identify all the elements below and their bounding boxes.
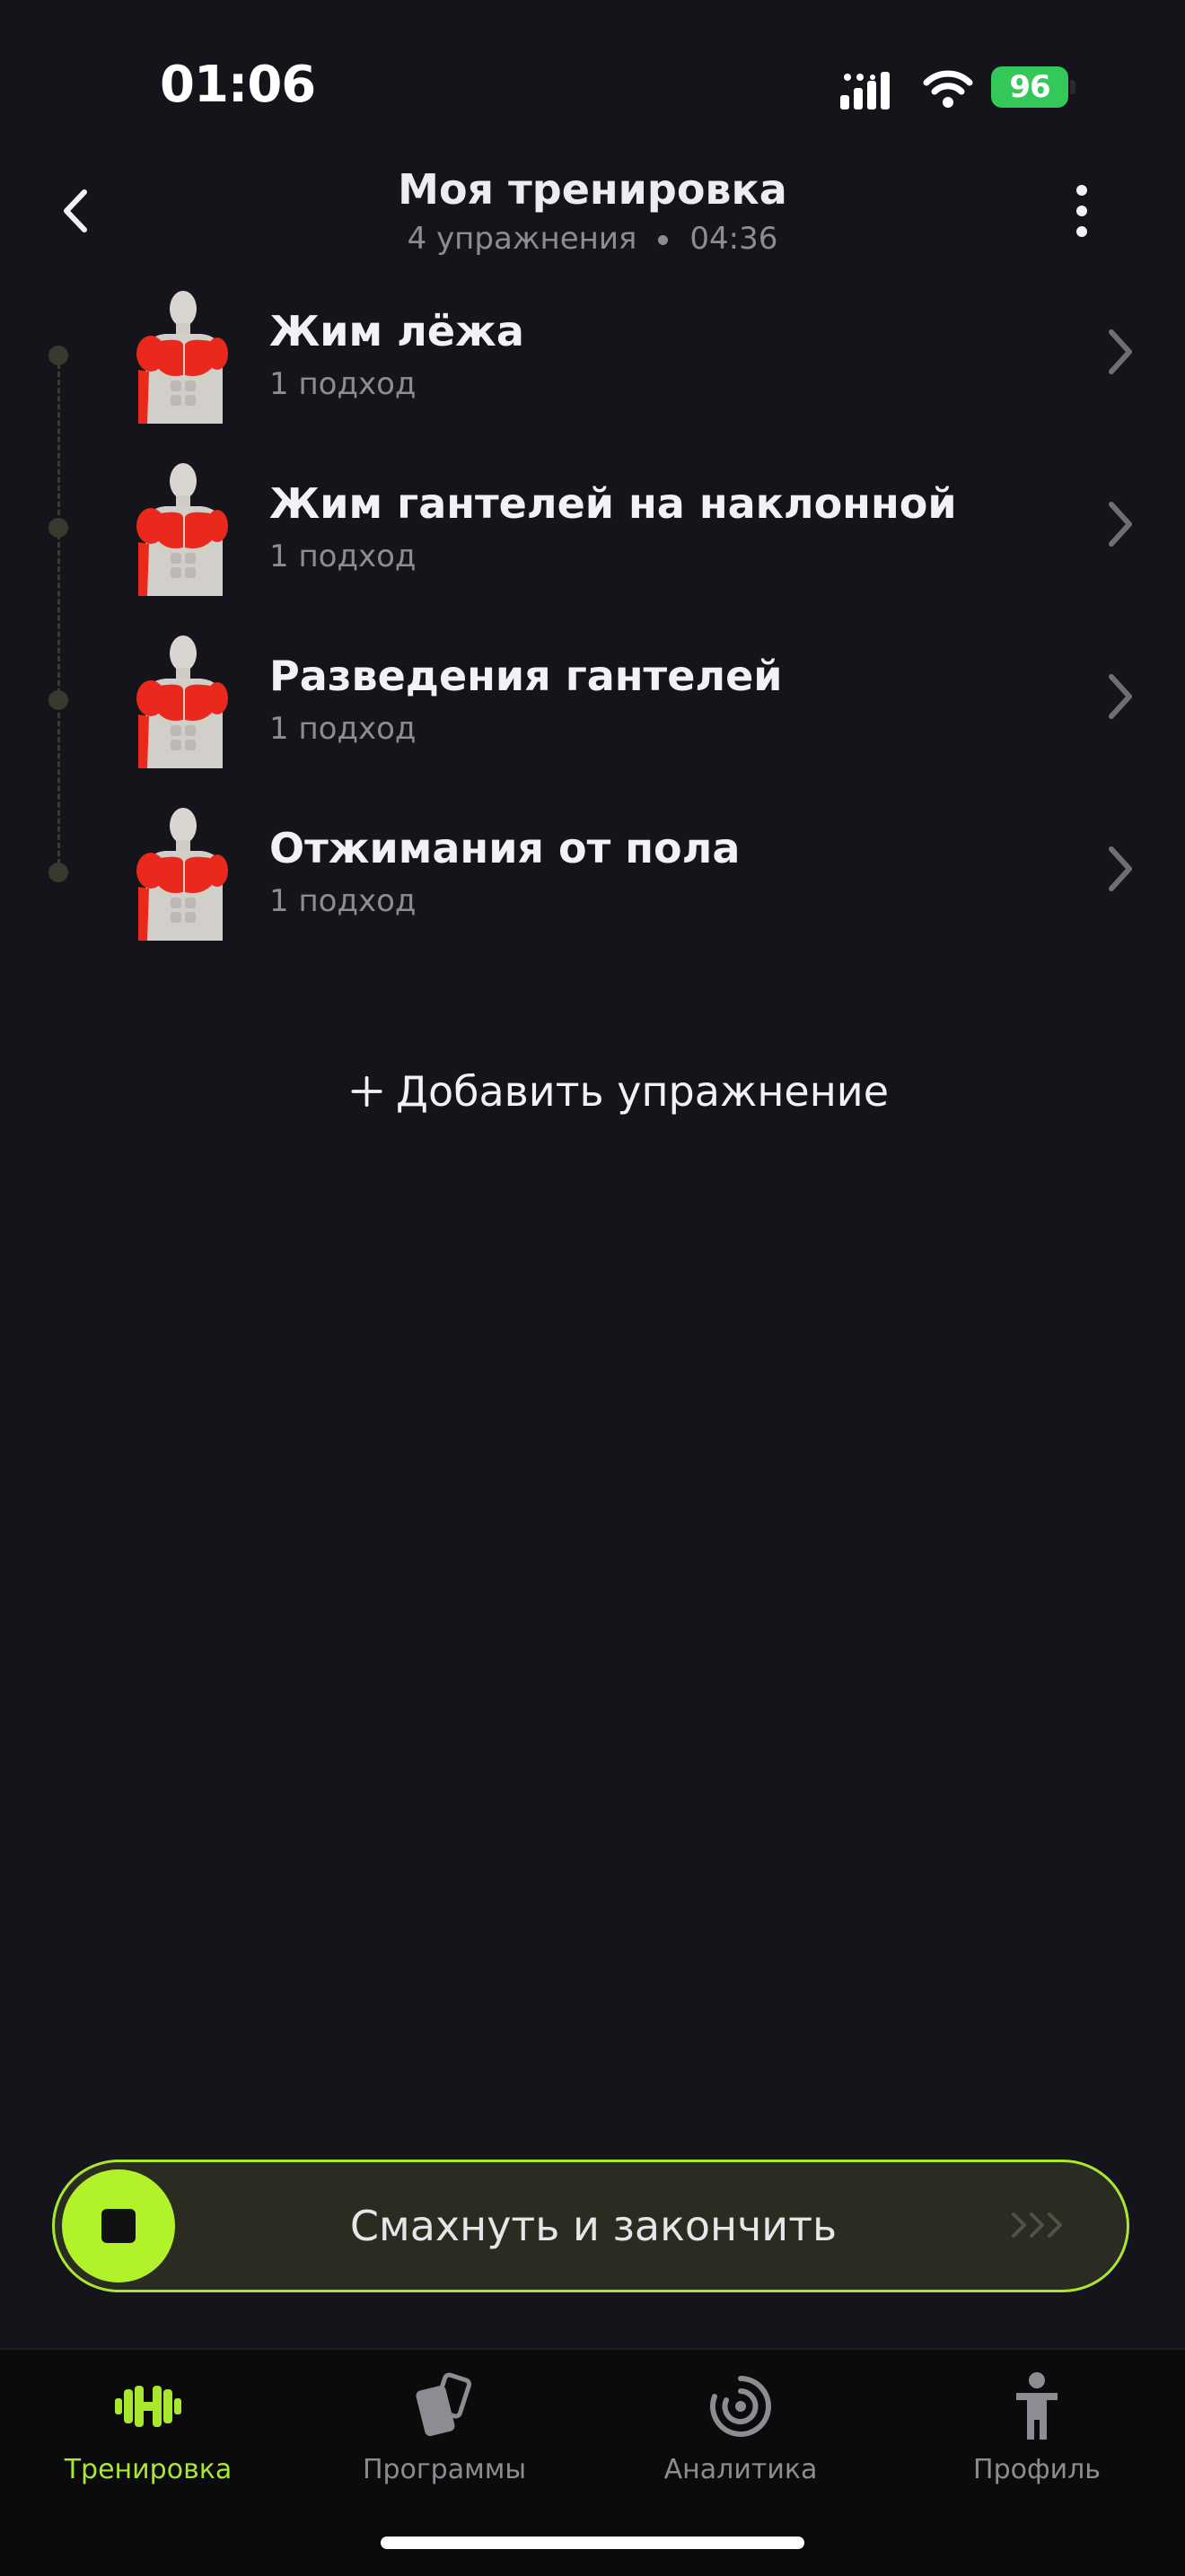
timeline-dot	[48, 690, 68, 710]
exercise-row[interactable]: Разведения гантелей 1 подход	[126, 634, 1149, 786]
chevron-right-icon	[1109, 674, 1132, 719]
add-exercise-button[interactable]: Добавить упражнение	[350, 1065, 889, 1118]
stop-icon	[101, 2209, 136, 2243]
cellular-signal-icon	[840, 72, 890, 110]
chest-muscle-thumbnail	[136, 808, 228, 941]
exercise-row[interactable]: Жим лёжа 1 подход	[126, 289, 1149, 442]
exercise-name: Жим лёжа	[269, 307, 524, 355]
tab-programs[interactable]: Программы	[296, 2368, 592, 2485]
tab-label: Профиль	[973, 2454, 1101, 2485]
plus-icon	[351, 1075, 382, 1108]
timeline-dot	[48, 518, 68, 538]
chest-muscle-thumbnail	[136, 463, 228, 596]
exercise-row[interactable]: Отжимания от пола 1 подход	[126, 806, 1149, 959]
tab-workout[interactable]: Тренировка	[0, 2368, 296, 2485]
wifi-icon	[923, 70, 973, 108]
chest-muscle-thumbnail	[136, 291, 228, 424]
exercise-sets: 1 подход	[269, 539, 417, 574]
exercise-name: Жим гантелей на наклонной	[269, 479, 957, 528]
exercise-sets: 1 подход	[269, 883, 417, 919]
more-options-icon[interactable]	[1059, 180, 1104, 242]
exercise-name: Разведения гантелей	[269, 652, 783, 700]
chevron-right-icon	[1109, 502, 1132, 547]
tab-label: Программы	[362, 2454, 527, 2485]
home-indicator	[381, 2537, 804, 2549]
exercise-row[interactable]: Жим гантелей на наклонной 1 подход	[126, 461, 1149, 614]
exercise-sets: 1 подход	[269, 366, 417, 402]
cards-icon	[416, 2372, 472, 2437]
timeline-dot	[48, 346, 68, 365]
back-chevron-icon[interactable]	[54, 180, 99, 242]
status-time: 01:06	[160, 56, 316, 114]
tab-profile[interactable]: Профиль	[889, 2368, 1185, 2485]
target-icon	[710, 2376, 771, 2437]
exercise-sets: 1 подход	[269, 711, 417, 747]
workout-duration: 04:36	[689, 221, 778, 257]
swipe-label: Смахнуть и закончить	[349, 2202, 838, 2250]
page-title: Моя тренировка	[398, 165, 787, 214]
add-exercise-label: Добавить упражнение	[396, 1067, 889, 1116]
separator-dot	[658, 235, 669, 245]
chest-muscle-thumbnail	[136, 635, 228, 768]
chevron-right-icon	[1109, 329, 1132, 374]
timeline-dot	[48, 863, 68, 882]
chevrons-right-icon	[1012, 2212, 1062, 2238]
tab-analytics[interactable]: Аналитика	[592, 2368, 889, 2485]
swipe-to-finish-slider[interactable]: Смахнуть и закончить	[52, 2160, 1129, 2292]
battery-nub	[1070, 80, 1075, 94]
person-icon	[1016, 2372, 1058, 2440]
timeline-connector	[57, 355, 60, 872]
chevron-right-icon	[1109, 846, 1132, 891]
exercise-name: Отжимания от пола	[269, 824, 741, 872]
tab-label: Аналитика	[663, 2454, 818, 2485]
dumbbell-icon	[115, 2386, 181, 2427]
battery-percent: 96	[1009, 69, 1050, 105]
battery-indicator: 96	[991, 66, 1077, 108]
exercise-count: 4 упражнения	[407, 221, 637, 257]
workout-summary: 4 упражнения 04:36	[269, 221, 916, 257]
tab-label: Тренировка	[64, 2454, 233, 2485]
swipe-handle[interactable]	[62, 2169, 175, 2282]
